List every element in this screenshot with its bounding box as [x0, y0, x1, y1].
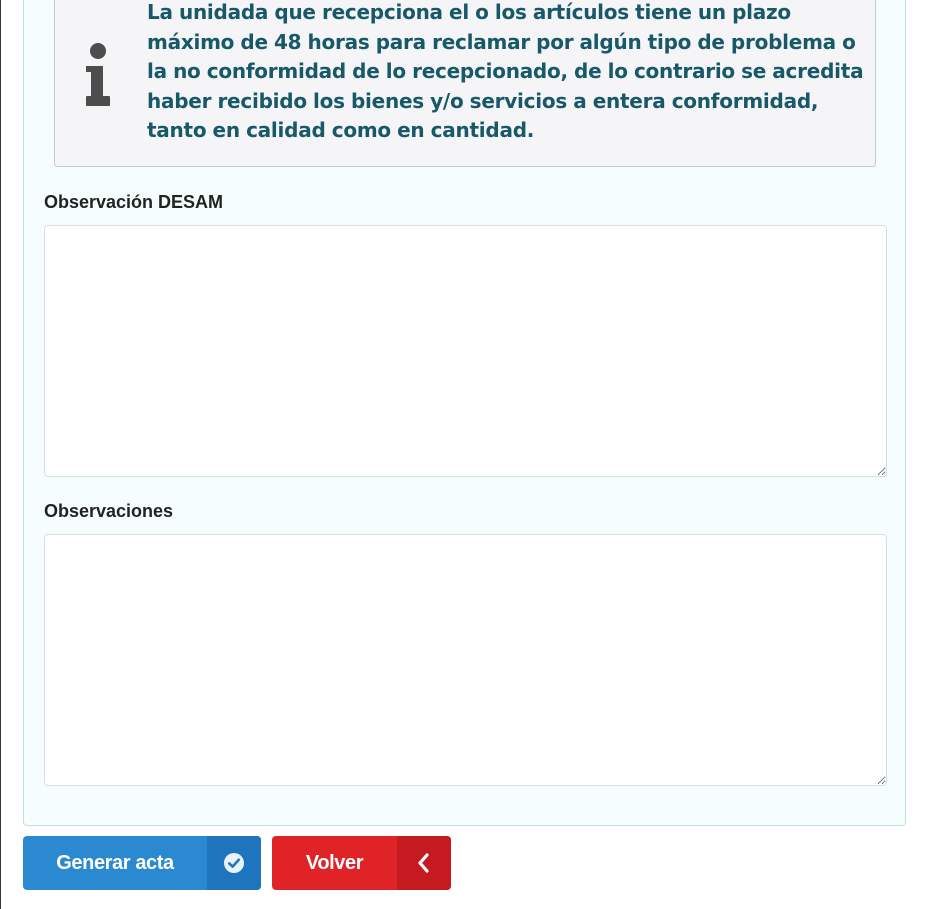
generar-acta-label: Generar acta [56, 851, 174, 874]
observacion-desam-label: Observación DESAM [44, 192, 224, 212]
check-circle-icon [224, 853, 244, 873]
observacion-desam-textarea[interactable] [44, 225, 887, 477]
generar-acta-button[interactable]: Generar acta [23, 836, 261, 890]
info-alert-text: La unidada que recepciona el o los artíc… [147, 0, 864, 142]
page-edge-divider [0, 0, 1, 909]
volver-button[interactable]: Volver [272, 836, 451, 890]
observaciones-label: Observaciones [44, 501, 174, 521]
observaciones-textarea[interactable] [44, 534, 887, 786]
info-icon [86, 43, 110, 106]
chevron-left-icon [418, 853, 429, 873]
page: La unidada que recepciona el o los artíc… [0, 0, 928, 909]
volver-icon-area [397, 836, 451, 890]
volver-label: Volver [305, 851, 364, 874]
generar-acta-icon-area [207, 836, 261, 890]
